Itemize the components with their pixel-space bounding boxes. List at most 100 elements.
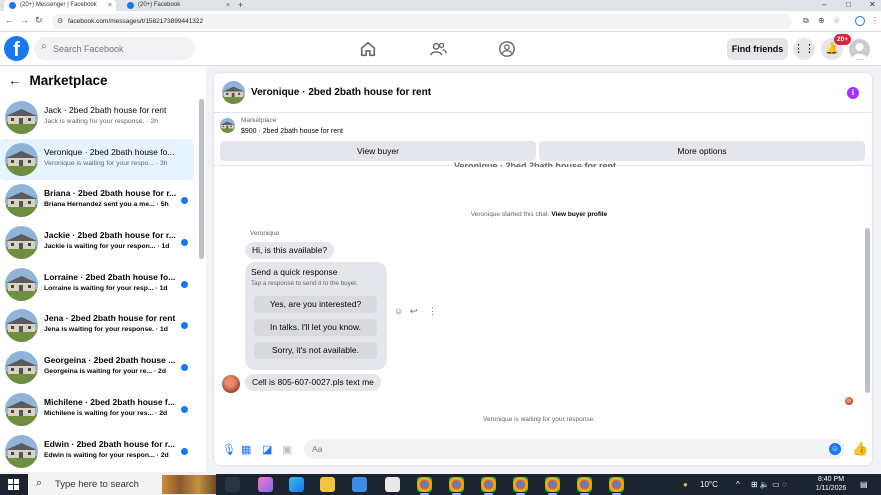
message-bubble[interactable]: Cell is 805-607-0027.pls text me [245, 374, 381, 391]
chrome-icon[interactable] [545, 477, 560, 495]
sticker-icon[interactable]: ◪ [262, 443, 272, 456]
conversation-name: Jena · 2bed 2bath house for rent [44, 313, 176, 324]
photo-attach-icon[interactable]: ▦ [241, 443, 251, 456]
close-window-button[interactable]: ✕ [869, 0, 876, 9]
store-icon[interactable] [385, 477, 400, 492]
menu-grid-icon[interactable]: ⋮⋮ [793, 38, 815, 60]
edge-browser-icon[interactable] [289, 477, 304, 492]
forward-arrow-icon[interactable]: → [20, 15, 29, 25]
close-tab-icon[interactable]: × [108, 0, 112, 11]
message-composer: 🎙 ▦ ◪ ▣ ☺ 👍 [214, 435, 872, 465]
new-tab-button[interactable]: + [238, 0, 243, 11]
quick-response-not-available-button[interactable]: Sorry, it's not available. [254, 342, 377, 359]
search-icon: ⌕ [41, 41, 47, 52]
browser-tab-facebook[interactable]: (20+) Facebook × [122, 0, 234, 11]
find-friends-button[interactable]: Find friends [727, 38, 788, 60]
sender-avatar[interactable] [222, 375, 240, 393]
back-arrow-icon[interactable]: ← [5, 15, 14, 25]
search-box[interactable]: ⌕ [34, 37, 195, 60]
address-bar[interactable]: ⚙ facebook.com/messages/t/15821738994413… [52, 14, 792, 29]
emoji-icon[interactable]: ☺ [829, 443, 841, 455]
conversation-item[interactable]: Jena · 2bed 2bath house for rent Jena is … [0, 305, 198, 347]
browser-profile-icon[interactable] [855, 16, 865, 26]
weather-icon[interactable]: ● [683, 474, 688, 495]
close-tab-icon[interactable]: × [226, 0, 230, 11]
info-icon[interactable]: i [847, 87, 859, 99]
mail-icon[interactable] [352, 477, 367, 492]
back-arrow-icon[interactable]: ← [8, 73, 22, 88]
account-avatar[interactable] [849, 39, 870, 60]
browser-toolbar: ← → ↻ ⚙ facebook.com/messages/t/15821738… [0, 11, 881, 32]
quick-response-yes-button[interactable]: Yes, are you interested? [254, 296, 377, 313]
temperature-text[interactable]: 10°C [700, 474, 718, 495]
tray-icons[interactable]: ⊞ 🔈 ▭ ◌ [751, 474, 787, 495]
conversation-thumbnail [5, 267, 38, 301]
taskbar-search-box[interactable]: ⌕ Type here to search [28, 474, 216, 495]
react-emoji-icon[interactable]: ☺ [394, 306, 403, 316]
chrome-icon[interactable] [577, 477, 592, 495]
conversation-item[interactable]: Briana · 2bed 2bath house for r... Briana… [0, 180, 198, 222]
more-actions-icon[interactable]: ⋮ [428, 306, 437, 317]
chrome-icon[interactable] [417, 477, 432, 495]
conversation-item[interactable]: Lorraine · 2bed 2bath house fo... Lorrain… [0, 264, 198, 306]
house-listing-thumbnail [5, 351, 38, 385]
chat-title[interactable]: Veronique · 2bed 2bath house for rent [251, 87, 431, 98]
reply-arrow-icon[interactable]: ↩ [410, 306, 418, 317]
listing-thumbnail[interactable] [222, 81, 245, 104]
friends-icon[interactable] [429, 40, 447, 58]
bookmark-star-icon[interactable]: ☆ [833, 16, 840, 25]
conversation-thumbnail [5, 434, 38, 468]
maximize-button[interactable]: □ [846, 0, 851, 9]
notification-center-icon[interactable]: ▤ [860, 474, 868, 495]
more-options-button[interactable]: More options [539, 141, 865, 161]
conversation-preview: Georgeina is waiting for your re... · 2d [44, 368, 166, 376]
chrome-icon[interactable] [481, 477, 496, 495]
copilot-icon[interactable] [258, 477, 273, 492]
thumbs-up-icon[interactable]: 👍 [852, 441, 868, 457]
message-input[interactable] [304, 439, 845, 459]
zoom-icon[interactable]: ⊕ [818, 16, 825, 25]
conversation-name: Edwin · 2bed 2bath house for r... [44, 438, 175, 449]
sidebar-scrollbar[interactable] [199, 99, 204, 259]
conversation-item[interactable]: Michilene · 2bed 2bath house f... Michile… [0, 389, 198, 431]
conversation-item[interactable]: Georgeina · 2bed 2bath house ... Georgein… [0, 347, 198, 389]
reload-icon[interactable]: ↻ [35, 15, 43, 26]
conversation-thumbnail [5, 309, 38, 343]
file-explorer-icon[interactable] [320, 477, 335, 492]
groups-icon[interactable] [498, 40, 516, 58]
view-buyer-profile-link[interactable]: View buyer profile [551, 211, 607, 218]
conversation-item[interactable]: Jack · 2bed 2bath house for rent Jack is … [0, 97, 198, 139]
conversation-preview: Jackie is waiting for your respon... · 1… [44, 243, 170, 251]
tray-expand-icon[interactable]: ^ [736, 474, 740, 495]
conversation-name: Veronique · 2bed 2bath house fo... [44, 146, 175, 157]
site-info-icon[interactable]: ⚙ [57, 14, 63, 29]
chrome-icon[interactable] [609, 477, 624, 495]
search-input[interactable] [53, 37, 191, 60]
conversation-item[interactable]: Veronique · 2bed 2bath house fo... Veroni… [0, 138, 194, 181]
unread-dot-icon [181, 239, 188, 247]
chrome-icon[interactable] [513, 477, 528, 495]
view-buyer-button[interactable]: View buyer [220, 141, 536, 161]
quick-response-in-talks-button[interactable]: In talks. I'll let you know. [254, 319, 377, 336]
task-view-icon[interactable] [225, 477, 240, 492]
gif-icon[interactable]: ▣ [282, 443, 292, 456]
browser-menu-icon[interactable]: ⋮ [871, 16, 879, 25]
conversation-item[interactable]: Edwin · 2bed 2bath house for r... Edwin i… [0, 431, 198, 473]
sidebar-header: ← Marketplace [8, 73, 108, 88]
minimize-button[interactable]: – [822, 0, 826, 9]
marketplace-sidebar: ← Marketplace Jack · 2bed 2bath house for… [0, 67, 206, 472]
message-bubble[interactable]: Hi, is this available? [245, 242, 335, 259]
conversation-item[interactable]: Jackie · 2bed 2bath house for r... Jackie… [0, 222, 198, 264]
browser-tab-messenger[interactable]: (20+) Messenger | Facebook × [4, 0, 116, 11]
house-listing-thumbnail [5, 226, 38, 260]
tab-label: (20+) Messenger | Facebook [20, 2, 97, 8]
home-icon[interactable] [359, 40, 377, 58]
facebook-logo[interactable]: f [4, 36, 29, 61]
chat-header: Veronique · 2bed 2bath house for rent i [214, 73, 872, 113]
system-clock[interactable]: 8:40 PM 1/11/2026 [806, 476, 856, 493]
chrome-icon[interactable] [449, 477, 464, 495]
windows-start-icon[interactable] [8, 479, 19, 490]
chat-scrollbar[interactable] [865, 228, 870, 393]
microphone-icon[interactable]: 🎙 [222, 443, 236, 456]
install-app-icon[interactable]: ⧉ [803, 16, 809, 26]
